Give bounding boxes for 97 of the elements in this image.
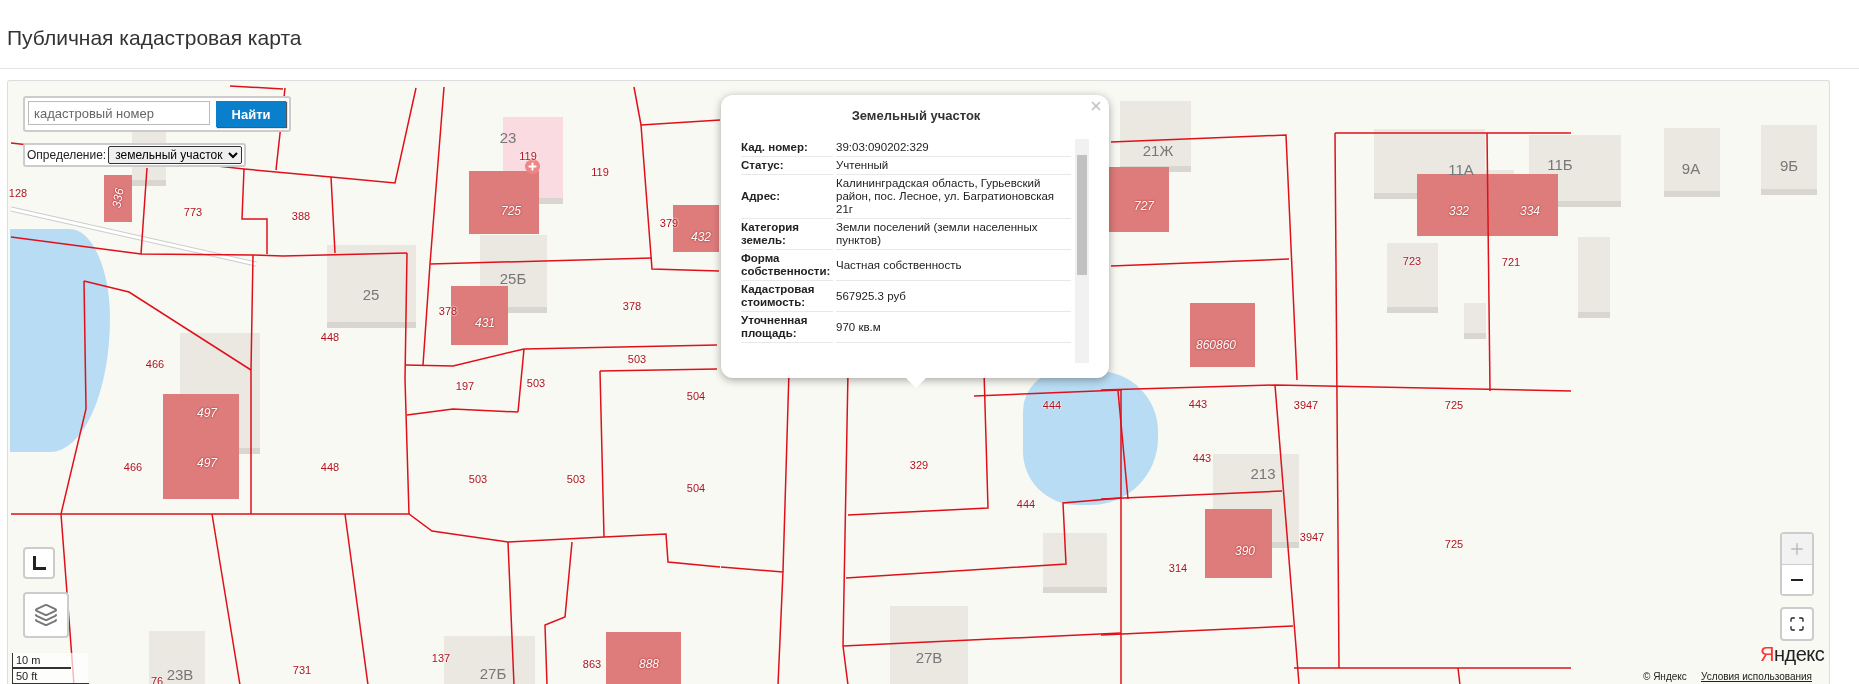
- parcel-number: 725: [1444, 399, 1464, 411]
- house-number: 21Ж: [1142, 141, 1174, 159]
- copyright-text: © Яндекс: [1643, 671, 1687, 682]
- ruler-button[interactable]: [23, 547, 55, 579]
- parcel-number: 504: [686, 390, 706, 402]
- field-label: Статус:: [741, 157, 833, 175]
- parcel-number: 503: [468, 473, 488, 485]
- parcel-number: 443: [1192, 452, 1212, 464]
- field-label: Уточненная площадь:: [741, 312, 833, 343]
- minus-icon: [1791, 578, 1803, 581]
- field-label: Кадастровая стоимость:: [741, 281, 833, 312]
- cadastral-building[interactable]: [104, 175, 132, 222]
- field-label: Кад. номер:: [741, 139, 833, 157]
- parcel-number: 448: [320, 331, 340, 343]
- parcel-number: 504: [686, 482, 706, 494]
- parcel-number: 448: [320, 461, 340, 473]
- field-value: Частная собственность: [836, 250, 1071, 281]
- house-number: 9А: [1681, 159, 1701, 177]
- building-number: 432: [691, 230, 711, 244]
- field-label: Адрес:: [741, 175, 833, 219]
- house-number: 9Б: [1779, 156, 1799, 174]
- parcel-number: 329: [909, 459, 929, 471]
- parcel-number: 863: [582, 658, 602, 670]
- building-number: 888: [639, 657, 659, 671]
- parcel-number: 197: [455, 380, 475, 392]
- parcel-number: 503: [566, 473, 586, 485]
- popup-title: Земельный участок: [850, 108, 982, 123]
- building-number: 497: [197, 406, 217, 420]
- definition-select[interactable]: земельный участок: [108, 146, 243, 164]
- building-number: 431: [475, 316, 495, 330]
- field-value: Земли поселений (земли населенных пунктов): [836, 219, 1071, 250]
- definition-label: Определение:: [27, 148, 107, 162]
- parcel-number: 388: [291, 210, 311, 222]
- building-number: 727: [1134, 199, 1154, 213]
- parcel-number: 721: [1501, 256, 1521, 268]
- parcel-number: 443: [1188, 398, 1208, 410]
- parcel-number: 466: [145, 358, 165, 370]
- plus-icon: [1788, 540, 1806, 558]
- cadastral-building[interactable]: [606, 632, 681, 684]
- house-number: 11А: [1448, 160, 1474, 178]
- building-number: 336: [109, 186, 127, 210]
- building-number: 334: [1520, 204, 1540, 218]
- parcel-number: 725: [1444, 538, 1464, 550]
- field-value: 567925.3 руб: [836, 281, 1071, 312]
- ruler-icon: [31, 555, 47, 571]
- field-value: 39:03:090202:329: [836, 139, 1071, 157]
- parcel-number: 466: [123, 461, 143, 473]
- parcel-number: 503: [627, 353, 647, 365]
- field-label: Категория земель:: [741, 219, 833, 250]
- cadastral-building[interactable]: [1190, 303, 1255, 367]
- house-number: 23: [499, 128, 517, 146]
- parcel-number: 128: [8, 187, 28, 199]
- house-number: 25Б: [499, 269, 527, 287]
- building-number: 497: [197, 456, 217, 470]
- parcel-number: 379: [659, 217, 679, 229]
- parcel-number: 444: [1042, 399, 1062, 411]
- search-field[interactable]: кадастровый номер: [28, 101, 210, 125]
- find-button[interactable]: Найти: [216, 101, 286, 127]
- house-number: 213: [1250, 464, 1276, 482]
- parcel-number: 314: [1168, 562, 1188, 574]
- parcel-number: 503: [526, 377, 546, 389]
- zoom-out-button[interactable]: [1782, 564, 1812, 594]
- parcel-number: 378: [622, 300, 642, 312]
- parcel-number: 444: [1016, 498, 1036, 510]
- fullscreen-button[interactable]: [1780, 607, 1814, 641]
- parcel-number: 119: [591, 166, 609, 178]
- terms-link[interactable]: Условия использования: [1701, 671, 1812, 682]
- parcel-number: 3947: [1299, 531, 1325, 543]
- parcel-number: 723: [1402, 255, 1422, 267]
- page-title: Публичная кадастровая карта: [6, 25, 303, 51]
- building-number: 860860: [1196, 338, 1236, 352]
- house-number: 27В: [915, 648, 943, 666]
- layers-icon: [34, 603, 58, 627]
- house-number: 23В: [166, 665, 194, 683]
- field-value: Калининградская область, Гурьевский район, пос. Лесное, ул. Багратионовская 21г: [836, 175, 1071, 219]
- building-number: 332: [1449, 204, 1469, 218]
- layers-button[interactable]: [23, 592, 69, 638]
- parcel-number: 3947: [1293, 399, 1319, 411]
- close-icon[interactable]: [1089, 99, 1103, 113]
- parcel-number: 137: [431, 652, 451, 664]
- parcel-number: 119: [519, 150, 537, 162]
- parcel-number: 731: [292, 664, 312, 676]
- scale-metric: 10 m: [12, 653, 71, 669]
- house-number: 11Б: [1547, 155, 1573, 173]
- building-number: 725: [501, 204, 521, 218]
- house-number: 25: [362, 285, 380, 303]
- scrollbar[interactable]: [1075, 139, 1089, 363]
- field-value: 970 кв.м: [836, 312, 1071, 343]
- house-number: 27Б: [479, 664, 507, 682]
- field-value: Учтенный: [836, 157, 1071, 175]
- scale-imperial: 50 ft: [12, 669, 89, 684]
- field-label: Форма собственности:: [741, 250, 833, 281]
- fullscreen-icon: [1789, 616, 1805, 632]
- parcel-number: 378: [438, 305, 458, 317]
- building-number: 390: [1235, 544, 1255, 558]
- map-logo: Яндекс: [1760, 643, 1825, 666]
- parcel-number: 773: [183, 206, 203, 218]
